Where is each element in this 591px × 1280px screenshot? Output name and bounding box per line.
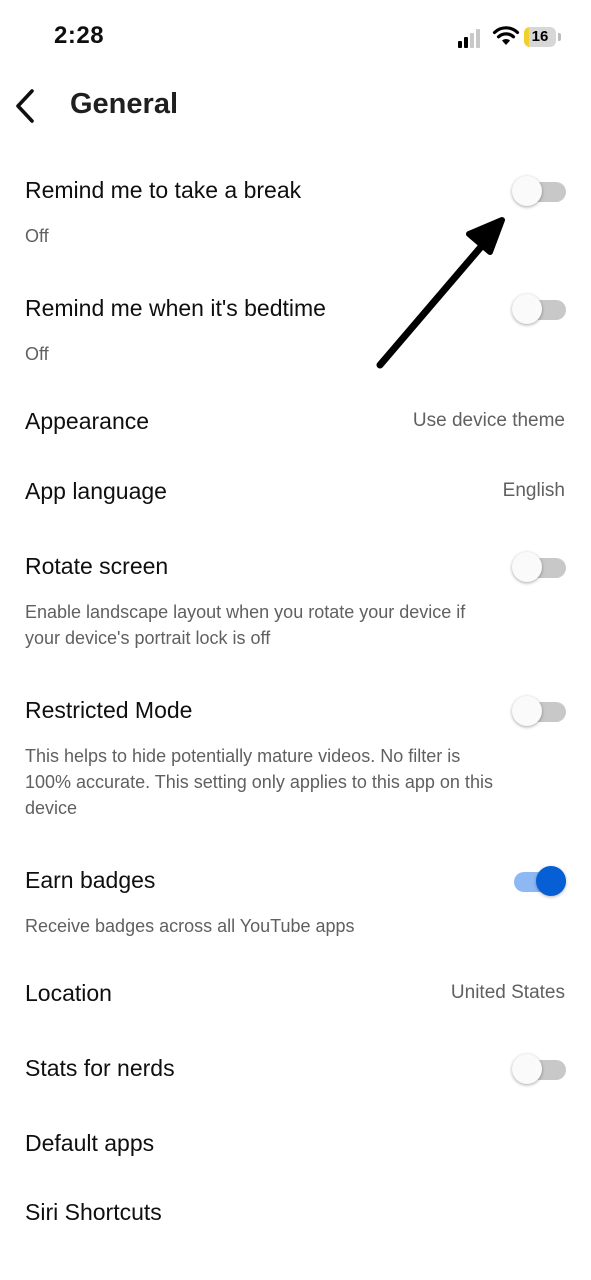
break-reminder-toggle[interactable] bbox=[512, 172, 566, 206]
wifi-icon bbox=[492, 26, 520, 45]
earn-badges-description: Receive badges across all YouTube apps bbox=[25, 916, 355, 936]
rotate-screen-label: Rotate screen bbox=[25, 553, 169, 579]
location-value[interactable]: United States bbox=[451, 982, 565, 1004]
battery-level: 16 bbox=[531, 28, 549, 45]
status-time: 2:28 bbox=[54, 22, 105, 49]
app-language-value[interactable]: English bbox=[503, 480, 565, 502]
restricted-mode-toggle[interactable] bbox=[512, 692, 566, 726]
siri-shortcuts-item[interactable]: Siri Shortcuts bbox=[25, 1199, 162, 1226]
rotate-screen-toggle[interactable] bbox=[512, 548, 566, 582]
arrow-annotation-icon bbox=[376, 217, 505, 369]
bedtime-reminder-label: Remind me when it's bedtime bbox=[25, 295, 326, 321]
rotate-screen-description: Enable landscape layout when you rotate … bbox=[25, 602, 466, 648]
back-button[interactable] bbox=[10, 86, 42, 126]
bedtime-reminder-toggle[interactable] bbox=[512, 290, 566, 324]
stats-for-nerds-label: Stats for nerds bbox=[25, 1055, 175, 1081]
earn-badges-label: Earn badges bbox=[25, 867, 156, 893]
restricted-mode-label: Restricted Mode bbox=[25, 697, 193, 723]
restricted-mode-description: This helps to hide potentially mature vi… bbox=[25, 746, 493, 818]
appearance-label[interactable]: Appearance bbox=[25, 408, 149, 435]
chevron-left-icon bbox=[16, 89, 34, 123]
cellular-signal-icon bbox=[458, 28, 484, 48]
default-apps-item[interactable]: Default apps bbox=[25, 1130, 154, 1157]
battery-icon: 16 bbox=[524, 27, 562, 47]
appearance-value[interactable]: Use device theme bbox=[413, 410, 565, 432]
stats-for-nerds-toggle[interactable] bbox=[512, 1050, 566, 1084]
location-label[interactable]: Location bbox=[25, 980, 112, 1007]
app-language-label[interactable]: App language bbox=[25, 478, 167, 505]
earn-badges-toggle[interactable] bbox=[512, 862, 566, 896]
page-title: General bbox=[70, 88, 178, 120]
break-reminder-label: Remind me to take a break bbox=[25, 177, 302, 203]
